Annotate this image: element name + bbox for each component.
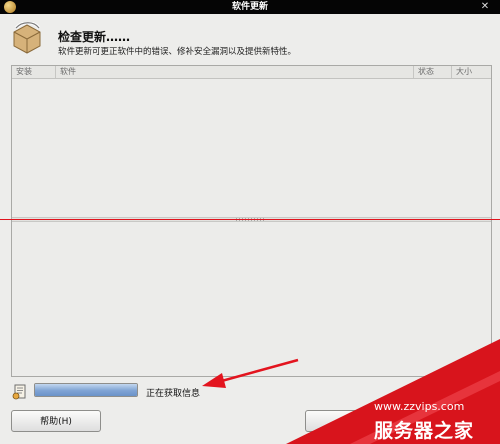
- column-install[interactable]: 安装: [12, 66, 56, 78]
- help-button[interactable]: 帮助(H): [11, 410, 101, 432]
- page-subtitle: 软件更新可更正软件中的错误、修补安全漏洞以及提供新特性。: [58, 47, 297, 57]
- page-title: 检查更新……: [58, 30, 131, 44]
- column-software[interactable]: 软件: [56, 66, 414, 78]
- annotation-line: [0, 219, 500, 220]
- list-header: 安装 软件 状态 大小: [12, 66, 491, 79]
- progress-bar: [34, 383, 138, 397]
- watermark-name: 服务器之家: [374, 420, 475, 442]
- watermark-url: www.zzvips.com: [374, 400, 465, 413]
- red-arrow-annotation: [202, 358, 299, 388]
- close-icon[interactable]: ✕: [479, 1, 491, 13]
- progress-fill: [35, 384, 137, 396]
- window-title: 软件更新: [231, 2, 268, 12]
- window-titlebar: 软件更新 ✕: [0, 0, 500, 14]
- document-info-icon: [12, 384, 26, 400]
- package-update-icon: [13, 22, 41, 54]
- status-text: 正在获取信息: [146, 389, 201, 399]
- update-list[interactable]: 安装 软件 状态 大小: [11, 65, 492, 377]
- column-size[interactable]: 大小: [452, 66, 491, 78]
- column-status[interactable]: 状态: [414, 66, 452, 78]
